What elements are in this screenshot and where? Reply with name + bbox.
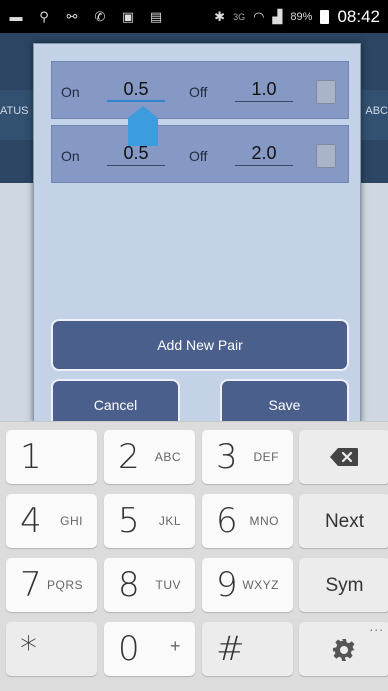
cancel-button[interactable]: Cancel xyxy=(51,379,180,422)
pair-row: On 0.5 Off 1.0 xyxy=(51,61,349,119)
backspace-icon xyxy=(330,448,358,466)
save-button[interactable]: Save xyxy=(220,379,349,422)
battery-percent: 89% xyxy=(290,10,313,23)
key-7[interactable]: 7 PQRS xyxy=(6,558,97,612)
voicemail-icon: ⚯ xyxy=(66,8,78,24)
key-9[interactable]: 9 WXYZ xyxy=(202,558,293,612)
off-label: Off xyxy=(189,84,208,100)
settings-key[interactable]: ... xyxy=(299,618,388,676)
key-2[interactable]: 2 ABC xyxy=(104,430,195,484)
settings-icon xyxy=(333,639,355,661)
pair-enable-checkbox[interactable] xyxy=(316,144,336,168)
wifi-icon: ◠ xyxy=(253,8,265,24)
signal-icon: ▟ xyxy=(272,8,283,24)
key-4[interactable]: 4 GHI xyxy=(6,494,97,548)
more-options-dots: ... xyxy=(369,618,384,634)
key-5[interactable]: 5 JKL xyxy=(104,494,195,548)
on-label: On xyxy=(61,148,80,164)
gallery-icon: ▤ xyxy=(149,8,163,24)
backspace-key[interactable] xyxy=(299,430,388,484)
battery-icon xyxy=(320,9,330,24)
background-tab-left: ATUS xyxy=(0,105,29,117)
numeric-keyboard: 1 2 ABC 3 DEF 4 GHI 5 JKL 6 MNO Next 7 P… xyxy=(0,421,388,691)
image-icon: ▣ xyxy=(121,8,135,24)
notification-icons: ▬ ⚲ ⚯ ✆ ▣ ▤ xyxy=(8,8,164,24)
key-1[interactable]: 1 xyxy=(6,430,97,484)
key-0[interactable]: 0 + xyxy=(104,622,195,676)
on-label: On xyxy=(61,84,80,100)
key-hash[interactable]: # xyxy=(202,622,293,676)
location-icon: ⚲ xyxy=(39,8,49,24)
on-value-field[interactable]: 0.5 xyxy=(107,76,165,102)
clock: 08:42 xyxy=(337,6,380,26)
wifi-calling-icon: ✆ xyxy=(94,8,106,24)
on-off-pairs-dialog: On 0.5 Off 1.0 On 0.5 Off 2.0 Add New Pa… xyxy=(33,43,361,423)
pair-row: On 0.5 Off 2.0 xyxy=(51,125,349,183)
background-tab-right: ABC xyxy=(365,105,388,117)
text-cursor-handle[interactable] xyxy=(128,106,158,146)
message-icon: ▬ xyxy=(9,8,23,24)
key-asterisk[interactable]: * xyxy=(6,622,97,676)
status-bar: ▬ ⚲ ⚯ ✆ ▣ ▤ ✱ 3G ◠ ▟ 89% 08:42 xyxy=(0,0,388,33)
key-3[interactable]: 3 DEF xyxy=(202,430,293,484)
next-key[interactable]: Next xyxy=(299,494,388,548)
sym-key[interactable]: Sym xyxy=(299,558,388,612)
off-value-field[interactable]: 2.0 xyxy=(235,140,293,166)
off-label: Off xyxy=(189,148,208,164)
key-8[interactable]: 8 TUV xyxy=(104,558,195,612)
pair-enable-checkbox[interactable] xyxy=(316,80,336,104)
key-6[interactable]: 6 MNO xyxy=(202,494,293,548)
add-new-pair-button[interactable]: Add New Pair xyxy=(51,319,349,371)
bluetooth-icon: ✱ xyxy=(214,8,226,24)
off-value-field[interactable]: 1.0 xyxy=(235,76,293,102)
network-type: 3G xyxy=(233,11,246,22)
